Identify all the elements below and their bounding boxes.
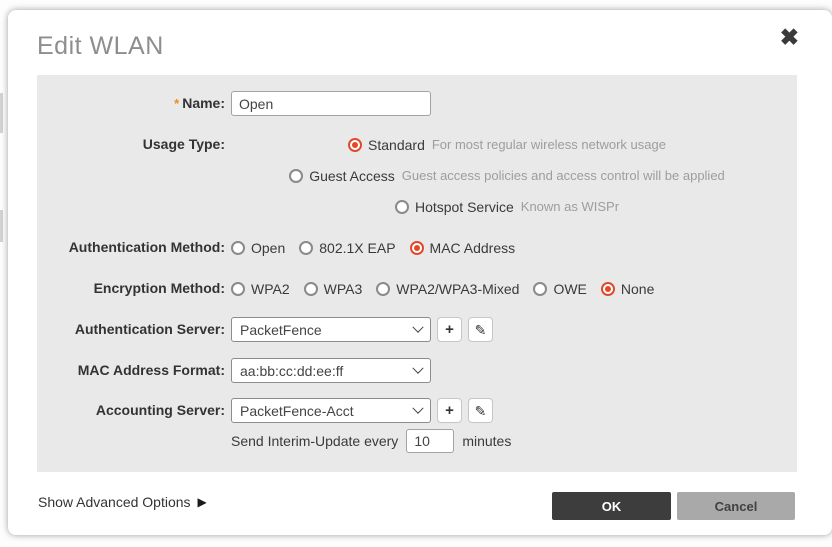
encryption-method-label: Encryption Method: <box>37 276 231 301</box>
radio-auth-open[interactable]: Open <box>231 235 285 260</box>
name-label: *Name: <box>37 91 231 116</box>
radio-unselected-icon <box>299 241 313 255</box>
mac-address-format-select[interactable]: aa:bb:cc:dd:ee:ff <box>231 358 431 383</box>
required-asterisk: * <box>174 96 179 111</box>
ok-button[interactable]: OK <box>552 492 671 520</box>
usage-type-row: Usage Type: Standard For most regular wi… <box>37 132 797 219</box>
name-row: *Name: <box>37 91 797 116</box>
authentication-method-label: Authentication Method: <box>37 235 231 260</box>
page-title: Edit WLAN <box>37 32 164 61</box>
edit-authentication-server-button[interactable]: ✎ <box>468 317 493 342</box>
background-page-edge <box>0 93 3 133</box>
radio-enc-wpa2[interactable]: WPA2 <box>231 276 290 301</box>
radio-auth-8021x-eap[interactable]: 802.1X EAP <box>299 235 395 260</box>
encryption-method-row: Encryption Method: WPA2 WPA3 WPA2/WPA3-M… <box>37 276 797 301</box>
interim-update-text: Send Interim-Update every <box>231 433 398 449</box>
interim-update-row: Send Interim-Update every minutes <box>37 429 797 454</box>
radio-enc-wpa3[interactable]: WPA3 <box>304 276 363 301</box>
authentication-server-select[interactable]: PacketFence <box>231 317 431 342</box>
radio-enc-owe[interactable]: OWE <box>533 276 586 301</box>
authentication-server-label: Authentication Server: <box>37 317 231 342</box>
wlan-form-panel: *Name: Usage Type: Standard For most reg… <box>37 75 797 472</box>
radio-unselected-icon <box>376 282 390 296</box>
chevron-down-icon <box>412 362 423 373</box>
edit-accounting-server-button[interactable]: ✎ <box>468 398 493 423</box>
background-page-edge <box>0 210 3 242</box>
radio-selected-icon <box>601 282 615 296</box>
radio-unselected-icon <box>231 241 245 255</box>
radio-usage-hotspot-service[interactable]: Hotspot Service Known as WISPr <box>395 194 619 219</box>
chevron-down-icon <box>412 321 423 332</box>
authentication-server-row: Authentication Server: PacketFence + ✎ <box>37 317 797 342</box>
radio-auth-mac-address[interactable]: MAC Address <box>410 235 516 260</box>
radio-usage-standard[interactable]: Standard For most regular wireless netwo… <box>348 132 666 157</box>
show-advanced-options-link[interactable]: Show Advanced Options ▶ <box>38 494 207 510</box>
radio-unselected-icon <box>304 282 318 296</box>
accounting-server-row: Accounting Server: PacketFence-Acct + ✎ <box>37 398 797 423</box>
authentication-method-row: Authentication Method: Open 802.1X EAP M… <box>37 235 797 260</box>
interim-update-unit: minutes <box>462 433 511 449</box>
radio-enc-none[interactable]: None <box>601 276 654 301</box>
accounting-server-select[interactable]: PacketFence-Acct <box>231 398 431 423</box>
radio-unselected-icon <box>395 200 409 214</box>
advanced-arrow-icon: ▶ <box>198 495 207 509</box>
edit-wlan-dialog: Edit WLAN ✖ *Name: Usage Type: Standard … <box>8 10 832 535</box>
radio-usage-guest-access[interactable]: Guest Access Guest access policies and a… <box>289 163 725 188</box>
close-icon[interactable]: ✖ <box>780 26 799 49</box>
mac-address-format-row: MAC Address Format: aa:bb:cc:dd:ee:ff <box>37 358 797 383</box>
radio-enc-wpa2-wpa3-mixed[interactable]: WPA2/WPA3-Mixed <box>376 276 519 301</box>
mac-address-format-label: MAC Address Format: <box>37 358 231 383</box>
cancel-button[interactable]: Cancel <box>677 492 795 520</box>
radio-unselected-icon <box>231 282 245 296</box>
radio-unselected-icon <box>533 282 547 296</box>
interim-update-input[interactable] <box>406 429 454 453</box>
accounting-server-label: Accounting Server: <box>37 398 231 423</box>
add-accounting-server-button[interactable]: + <box>437 398 462 423</box>
add-authentication-server-button[interactable]: + <box>437 317 462 342</box>
usage-type-label: Usage Type: <box>37 132 231 157</box>
radio-selected-icon <box>348 138 362 152</box>
radio-unselected-icon <box>289 169 303 183</box>
name-input[interactable] <box>231 91 431 116</box>
radio-selected-icon <box>410 241 424 255</box>
chevron-down-icon <box>412 402 423 413</box>
